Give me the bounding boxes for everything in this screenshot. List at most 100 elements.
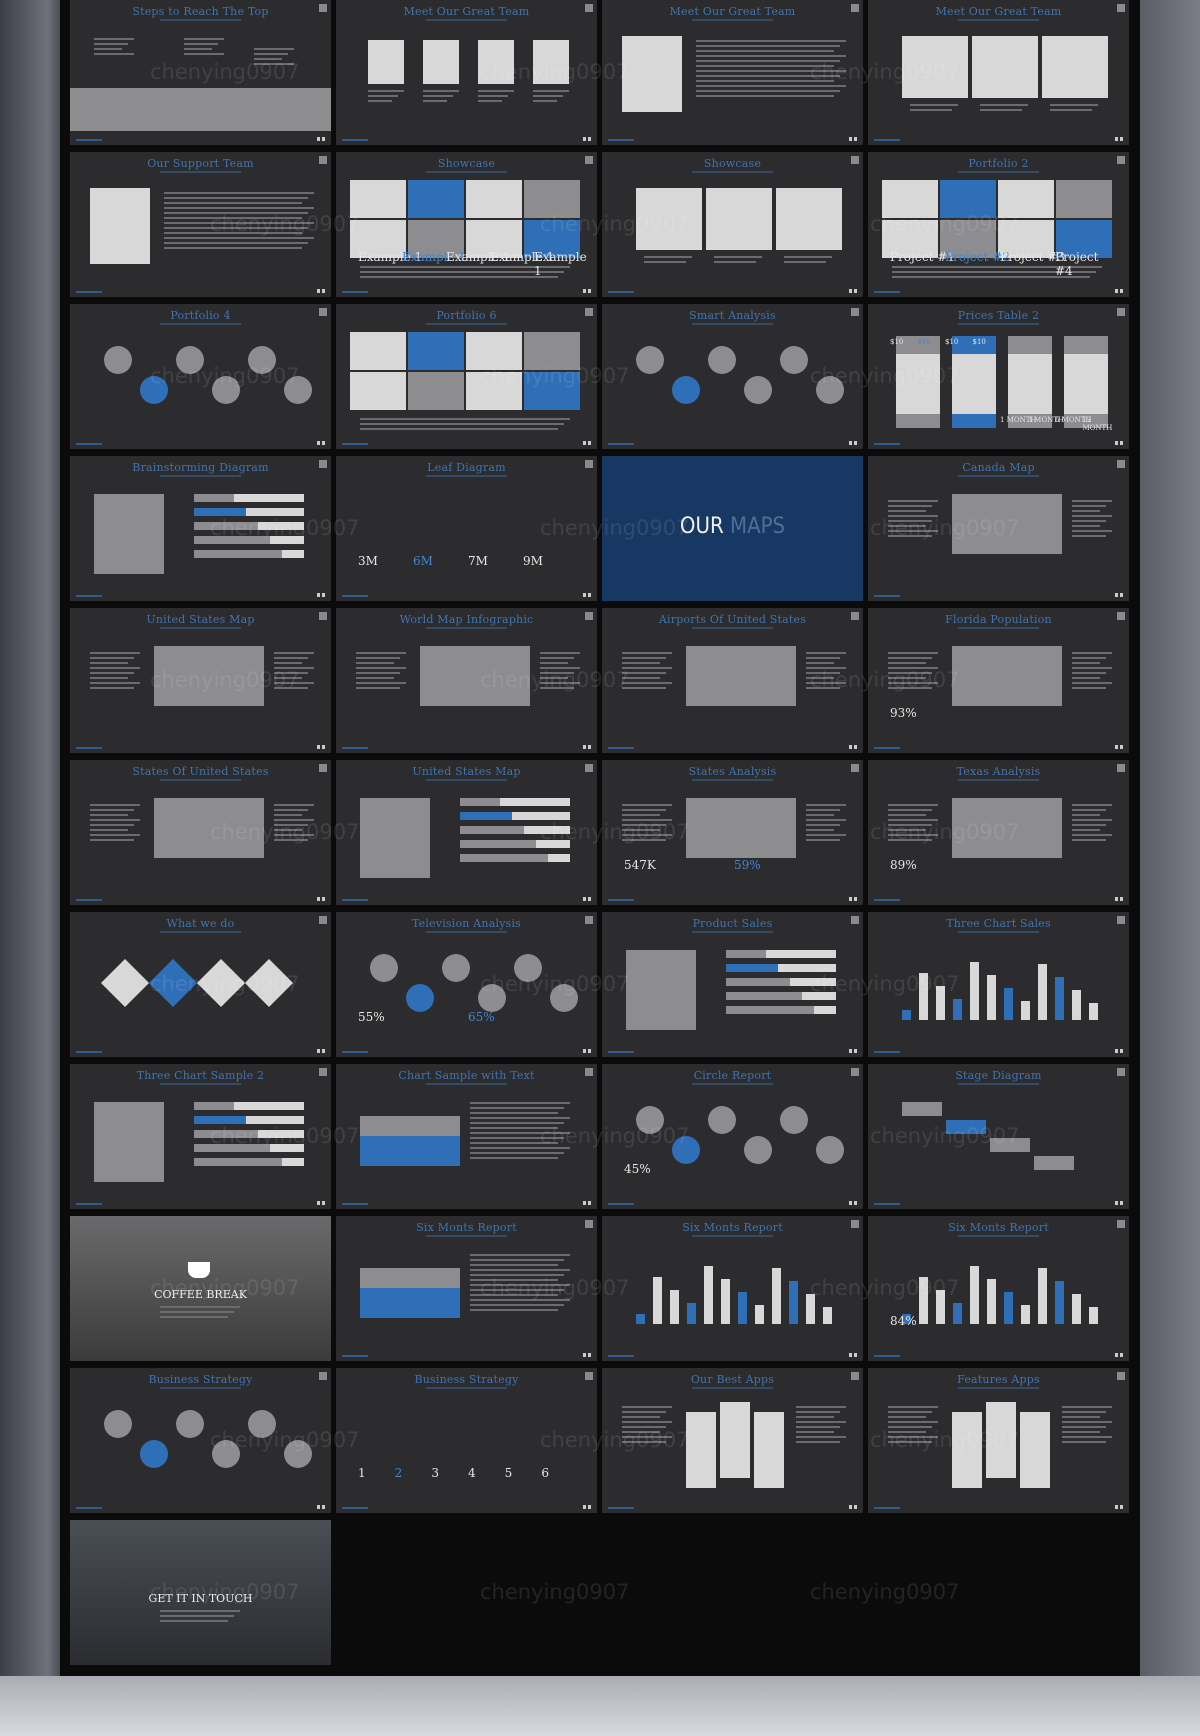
text-line (622, 687, 666, 689)
slide-footer (874, 1355, 900, 1357)
slide-content (350, 788, 583, 891)
slide-thumbnail[interactable]: Six Monts Report (336, 1216, 597, 1361)
slide-thumbnail[interactable]: Showcase (602, 152, 863, 297)
image-block (946, 1120, 986, 1134)
text-line (696, 75, 840, 77)
image-block (726, 978, 790, 986)
slide-thumbnail[interactable]: Canada Map (868, 456, 1129, 601)
maps-title-word: MAPS (729, 514, 786, 539)
slide-thumbnail[interactable]: Leaf Diagram 3M 6M 7M 9M (336, 456, 597, 601)
slide-thumbnail[interactable]: Circle Report 45% (602, 1064, 863, 1209)
text-line (888, 677, 926, 679)
slide-thumbnail[interactable]: Three Chart Sales (868, 912, 1129, 1057)
text-line (254, 48, 294, 50)
text-line (164, 202, 302, 204)
text-line (888, 657, 932, 659)
image-block (466, 372, 522, 410)
text-line (888, 834, 938, 836)
slide-thumbnail[interactable]: Prices Table 2 $10 $10 $10 $10 1 MONTH 3 MONTH… (868, 304, 1129, 449)
slide-thumbnail[interactable]: Florida Population 93% (868, 608, 1129, 753)
pager-icon (317, 289, 325, 293)
slide-thumbnail[interactable]: Texas Analysis 89% (868, 760, 1129, 905)
slide-thumbnail[interactable]: Portfolio 6 (336, 304, 597, 449)
slide-thumbnail[interactable]: Stage Diagram (868, 1064, 1129, 1209)
image-block (789, 1281, 798, 1324)
text-line (888, 672, 932, 674)
image-block (466, 180, 522, 218)
slide-thumbnail[interactable]: Meet Our Great Team (336, 0, 597, 145)
slide-content (84, 940, 317, 1043)
slide-thumbnail[interactable]: Showcase Example 1 Example 1 Example 1 Examp… (336, 152, 597, 297)
slide-thumbnail[interactable]: World Map Infographic (336, 608, 597, 753)
slide-stat-label: 2 (394, 1466, 403, 1480)
slide-thumbnail[interactable]: Product Sales (602, 912, 863, 1057)
image-block (720, 1402, 750, 1478)
slide-thumbnail[interactable]: Portfolio 2 Project #1 Project #2 Project #… (868, 152, 1129, 297)
slide-footer (76, 1203, 102, 1205)
text-line (164, 222, 314, 224)
slide-thumbnail[interactable]: Portfolio 4 (70, 304, 331, 449)
slide-stat-label: $10 (945, 338, 959, 346)
slide-corner-icon (585, 4, 593, 12)
text-line (888, 500, 938, 502)
slide-thumbnail[interactable]: States Of United States (70, 760, 331, 905)
slide-footer (608, 899, 634, 901)
text-line (796, 1406, 846, 1408)
image-block (686, 646, 796, 706)
text-line (90, 672, 134, 674)
image-block (140, 1440, 168, 1468)
slide-thumbnail[interactable]: Smart Analysis (602, 304, 863, 449)
title-underline (692, 627, 773, 629)
slide-corner-icon (319, 4, 327, 12)
slide-thumbnail[interactable]: Airports Of United States (602, 608, 863, 753)
text-line (470, 1112, 558, 1114)
image-block (284, 1440, 312, 1468)
slide-thumbnail[interactable]: United States Map (70, 608, 331, 753)
image-block (704, 1266, 713, 1324)
slide-content (882, 28, 1115, 131)
image-block (1004, 1292, 1013, 1324)
text-line (1072, 500, 1112, 502)
slide-content (882, 484, 1115, 587)
slide-footer (608, 1507, 634, 1509)
slide-thumbnail[interactable]: Six Monts Report 84% (868, 1216, 1129, 1361)
slide-corner-icon (319, 308, 327, 316)
slide-stat-label: 9M (523, 554, 543, 568)
text-line (478, 90, 514, 92)
image-block (94, 1102, 164, 1182)
slide-corner-icon (319, 460, 327, 468)
title-underline (426, 1083, 507, 1085)
text-line (90, 687, 134, 689)
slide-thumbnail[interactable]: Business Strategy 1 2 3 4 5 6 (336, 1368, 597, 1513)
slide-thumbnail[interactable]: Chart Sample with Text (336, 1064, 597, 1209)
text-line (1062, 1411, 1106, 1413)
slide-thumbnail[interactable]: Meet Our Great Team (868, 0, 1129, 145)
slide-thumbnail[interactable]: Features Apps (868, 1368, 1129, 1513)
slide-thumbnail[interactable]: Six Monts Report (602, 1216, 863, 1361)
slide-footer (874, 1051, 900, 1053)
slide-thumbnail[interactable]: Business Strategy (70, 1368, 331, 1513)
image-block (194, 1102, 234, 1110)
slide-thumbnail[interactable]: Our Best Apps (602, 1368, 863, 1513)
slide-stat-label: 7M (468, 554, 488, 568)
slide-thumbnail[interactable]: GET IT IN TOUCH (70, 1520, 331, 1665)
slide-thumbnail[interactable]: COFFEE BREAK (70, 1216, 331, 1361)
slide-thumbnail[interactable]: Steps to Reach The Top (70, 0, 331, 145)
text-line (470, 1102, 570, 1104)
slide-corner-icon (851, 916, 859, 924)
image-block (194, 536, 270, 544)
slide-thumbnail[interactable]: Television Analysis 55% 65% (336, 912, 597, 1057)
text-line (888, 1431, 926, 1433)
slide-thumbnail[interactable]: States Analysis 547K 59% (602, 760, 863, 905)
slide-thumbnail[interactable]: Three Chart Sample 2 (70, 1064, 331, 1209)
image-block (70, 88, 331, 131)
slide-thumbnail[interactable]: Our Support Team (70, 152, 331, 297)
slide-thumbnail[interactable]: Meet Our Great Team (602, 0, 863, 145)
slide-thumbnail[interactable]: United States Map (336, 760, 597, 905)
text-line (806, 824, 840, 826)
slide-thumbnail[interactable]: What we do (70, 912, 331, 1057)
image-block (686, 1412, 716, 1488)
slide-content: 1 2 3 4 5 6 (350, 1396, 583, 1499)
slide-thumbnail[interactable]: OUR MAPS (602, 456, 863, 601)
slide-thumbnail[interactable]: Brainstorming Diagram (70, 456, 331, 601)
